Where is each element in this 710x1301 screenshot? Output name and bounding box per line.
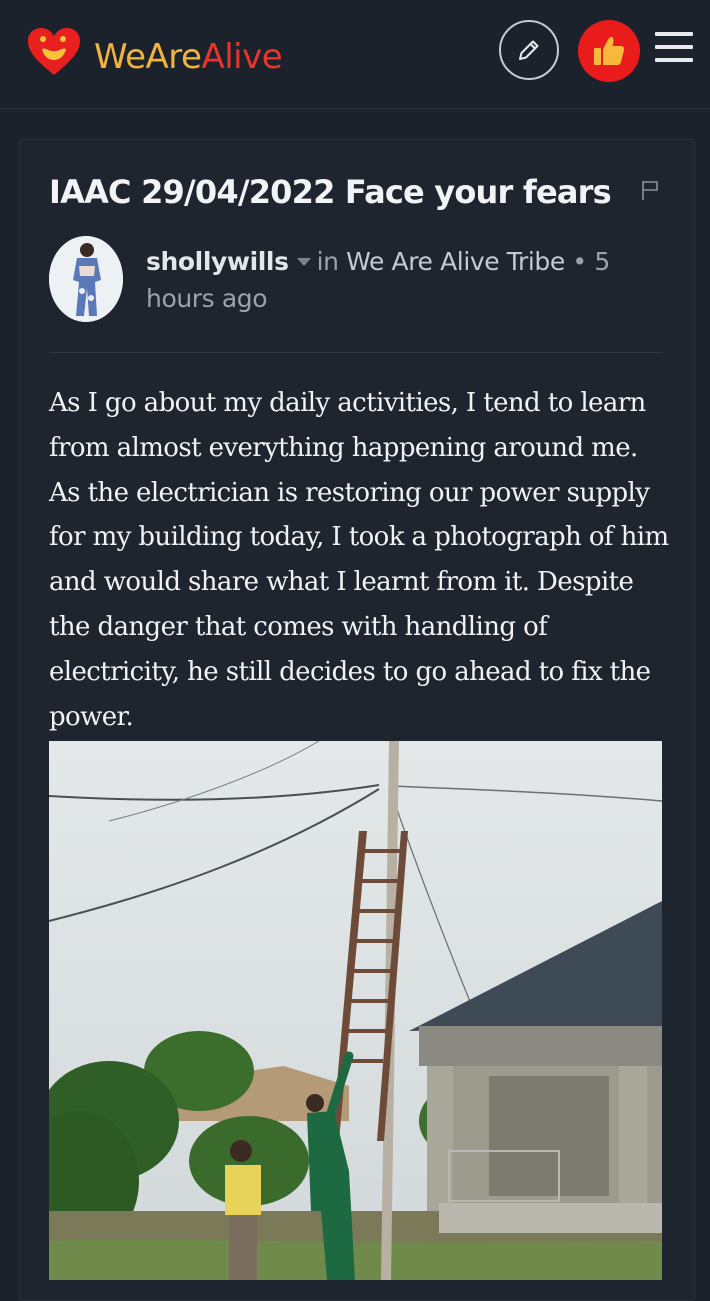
logo-text-part1: WeAre <box>94 37 202 77</box>
post-meta: shollywills in We Are Alive Tribe • 5 hou… <box>146 243 646 317</box>
site-logo-text[interactable]: WeAreAlive <box>94 36 283 78</box>
upvote-button[interactable] <box>578 20 640 82</box>
hamburger-menu-icon[interactable] <box>655 32 693 66</box>
logo-text-part2: Alive <box>201 37 283 77</box>
flag-icon[interactable] <box>640 179 660 201</box>
post-photo[interactable] <box>49 741 662 1280</box>
write-post-button[interactable] <box>499 20 559 80</box>
in-label: in <box>316 247 339 276</box>
author-link[interactable]: shollywills <box>146 247 289 276</box>
pencil-icon <box>519 40 539 60</box>
caret-down-icon[interactable] <box>296 258 311 266</box>
thumbs-up-icon <box>594 37 625 65</box>
post-title: IAAC 29/04/2022 Face your fears <box>49 173 612 211</box>
author-avatar[interactable] <box>49 236 123 322</box>
heart-logo-icon[interactable] <box>27 27 81 77</box>
top-nav-bar: WeAreAlive <box>0 0 710 109</box>
divider <box>49 352 663 353</box>
community-link[interactable]: We Are Alive Tribe <box>346 247 565 276</box>
time-separator: • <box>564 247 595 276</box>
post-body: As I go about my daily activities, I ten… <box>49 388 669 732</box>
